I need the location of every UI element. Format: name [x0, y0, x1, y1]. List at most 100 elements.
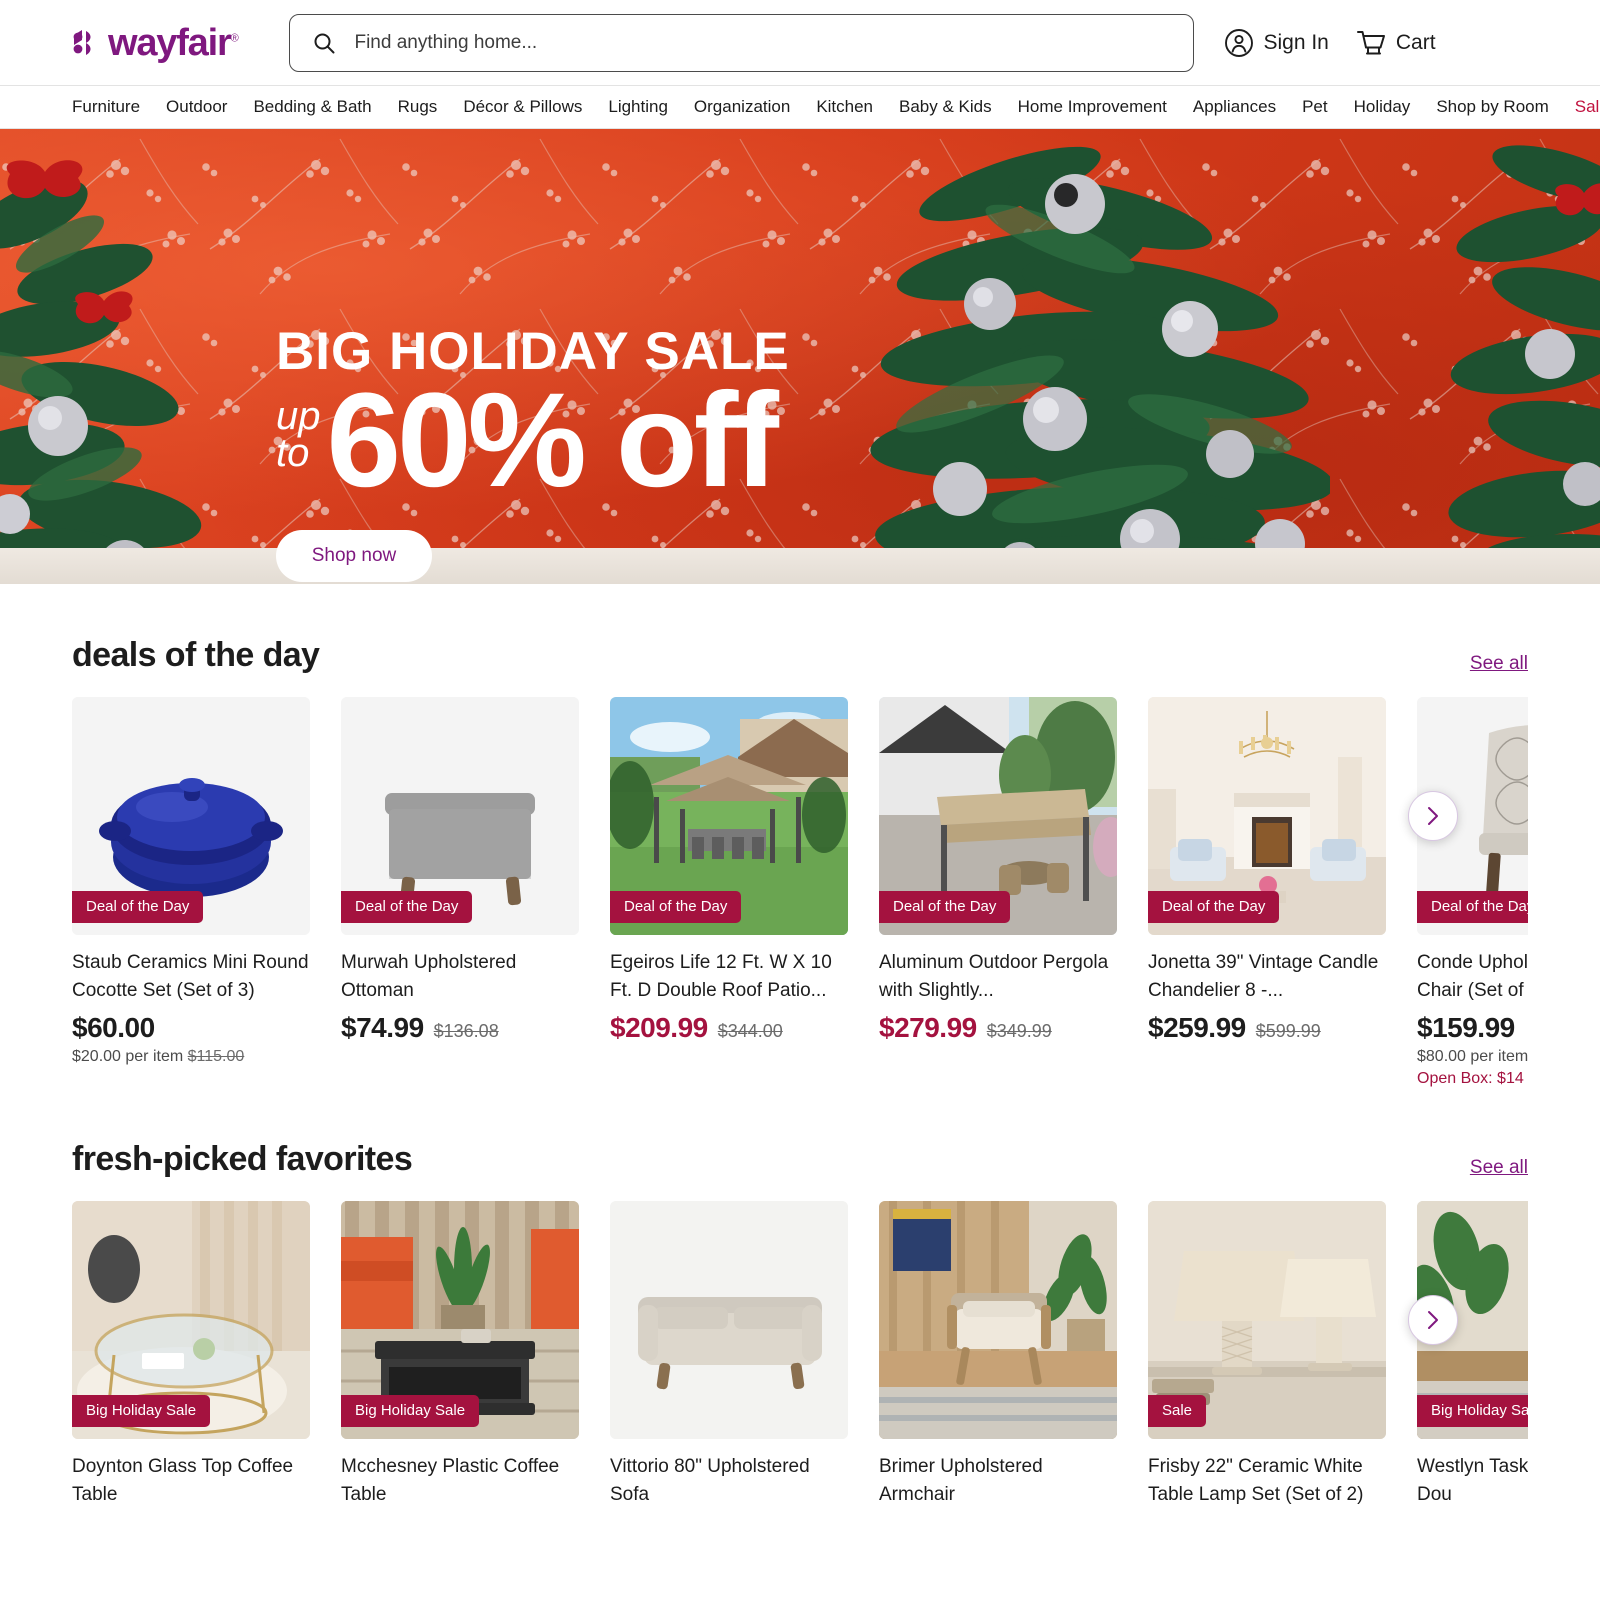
product-price-row: $60.00	[72, 1012, 310, 1044]
product-card[interactable]: Vittorio 80" Upholstered Sofa	[610, 1201, 848, 1508]
product-image[interactable]: Deal of the Day	[1148, 697, 1386, 935]
product-card[interactable]: Deal of the Day Jonetta 39" Vintage Cand…	[1148, 697, 1386, 1088]
product-card[interactable]: Deal of the Day Staub Ceramics Mini Roun…	[72, 697, 310, 1088]
product-badge: Deal of the Day	[1148, 891, 1280, 923]
nav-item-outdoor[interactable]: Outdoor	[166, 97, 227, 117]
nav-item-holiday[interactable]: Holiday	[1354, 97, 1411, 117]
sign-in-button[interactable]: Sign In	[1224, 28, 1329, 58]
product-card[interactable]: Deal of the Day Egeiros Life 12 Ft. W X …	[610, 697, 848, 1088]
product-strike-price: $349.99	[986, 1021, 1052, 1042]
nav-item-baby-kids[interactable]: Baby & Kids	[899, 97, 992, 117]
product-title: Frisby 22" Ceramic White Table Lamp Set …	[1148, 1456, 1364, 1505]
product-price-row: $209.99 $344.00	[610, 1012, 848, 1044]
product-image[interactable]: Big Holiday Sale	[72, 1201, 310, 1440]
deals-section-header: deals of the day See all	[72, 584, 1528, 697]
product-image[interactable]: Sale	[1148, 1201, 1386, 1440]
product-strike-price: $136.08	[433, 1021, 499, 1042]
product-title: Vittorio 80" Upholstered Sofa	[610, 1456, 810, 1505]
product-image[interactable]: Deal of the Day	[72, 697, 310, 935]
hero-discount-row: up to 60% off	[276, 374, 790, 508]
armchair-image	[879, 1201, 1117, 1440]
product-badge: Deal of the Day	[610, 891, 742, 923]
cart-label: Cart	[1395, 30, 1436, 54]
nav-item-pet[interactable]: Pet	[1302, 97, 1328, 117]
hero-up-word: up	[276, 394, 321, 439]
product-card[interactable]: Big Holiday Sale Westlyn Task C Velvet a…	[1417, 1201, 1528, 1508]
product-badge: Deal of the Day	[879, 891, 1011, 923]
product-price: $209.99	[610, 1012, 708, 1044]
wayfair-logo[interactable]: wayfair®	[72, 21, 239, 64]
right-garland-decoration	[1448, 145, 1600, 584]
product-title: Conde Upholstered Dining Chair (Set of 2…	[1417, 952, 1528, 1001]
product-image[interactable]: Deal of the Day	[610, 697, 848, 935]
shopping-cart-icon	[1356, 30, 1385, 54]
product-image[interactable]	[879, 1201, 1117, 1440]
deals-see-all-link[interactable]: See all	[1470, 653, 1528, 675]
product-badge: Big Holiday Sale	[341, 1395, 480, 1428]
product-subprice-strike: $115.00	[187, 1048, 245, 1066]
product-title: Doynton Glass Top Coffee Table	[72, 1456, 294, 1505]
product-price-row: $279.99 $349.99	[879, 1012, 1117, 1044]
cart-button[interactable]: Cart	[1355, 28, 1436, 58]
product-title: Murwah Upholstered Ottoman	[341, 952, 517, 1001]
nav-item-sale[interactable]: Sale	[1575, 97, 1600, 117]
product-title: Staub Ceramics Mini Round Cocotte Set (S…	[72, 952, 309, 1001]
product-image[interactable]	[610, 1201, 848, 1440]
favorites-carousel-next-button[interactable]	[1408, 1295, 1458, 1346]
product-title: Egeiros Life 12 Ft. W X 10 Ft. D Double …	[610, 952, 832, 1001]
product-image[interactable]: Deal of the Day	[879, 697, 1117, 935]
search-bar[interactable]	[289, 13, 1195, 72]
product-card[interactable]: Deal of the Day Conde Upholstered Dining…	[1417, 697, 1528, 1088]
product-card[interactable]: Big Holiday Sale Mcchesney Plastic Coffe…	[341, 1201, 579, 1508]
hero-upto-text: up to	[276, 394, 321, 484]
favorites-carousel: Big Holiday Sale Doynton Glass Top Coffe…	[72, 1201, 1528, 1508]
wayfair-logo-text: wayfair®	[108, 21, 239, 64]
product-badge: Deal of the Day	[341, 891, 473, 923]
product-title: Mcchesney Plastic Coffee Table	[341, 1456, 560, 1505]
nav-item-appliances[interactable]: Appliances	[1193, 97, 1276, 117]
nav-item-furniture[interactable]: Furniture	[72, 97, 140, 117]
product-image[interactable]: Deal of the Day	[341, 697, 579, 935]
nav-item-home-improvement[interactable]: Home Improvement	[1018, 97, 1167, 117]
product-card[interactable]: Deal of the Day Murwah Upholstered Ottom…	[341, 697, 579, 1088]
product-title: Aluminum Outdoor Pergola with Slightly..…	[879, 952, 1109, 1001]
product-card[interactable]: Sale Frisby 22" Ceramic White Table Lamp…	[1148, 1201, 1386, 1508]
nav-item-organization[interactable]: Organization	[694, 97, 790, 117]
shop-now-button[interactable]: Shop now	[276, 529, 432, 582]
site-header: wayfair® Sign In Cart	[0, 0, 1600, 85]
product-price-row: $159.99	[1417, 1012, 1528, 1044]
product-price: $74.99	[341, 1012, 424, 1044]
wayfair-logo-mark	[73, 29, 91, 55]
search-input[interactable]	[354, 31, 1172, 54]
deals-section-title: deals of the day	[72, 636, 320, 674]
product-price-row: $259.99 $599.99	[1148, 1012, 1386, 1044]
product-price: $159.99	[1417, 1012, 1515, 1044]
product-price-row: $74.99 $136.08	[341, 1012, 579, 1044]
product-price: $60.00	[72, 1012, 155, 1044]
product-image[interactable]: Big Holiday Sale	[341, 1201, 579, 1440]
product-strike-price: $344.00	[717, 1021, 783, 1042]
product-card[interactable]: Brimer Upholstered Armchair	[879, 1201, 1117, 1508]
product-title: Westlyn Task C Velvet and Dou	[1417, 1456, 1528, 1505]
product-title: Jonetta 39" Vintage Candle Chandelier 8 …	[1148, 952, 1379, 1001]
favorites-see-all-link[interactable]: See all	[1470, 1157, 1528, 1179]
nav-item-bedding-bath[interactable]: Bedding & Bath	[253, 97, 371, 117]
nav-item-decor-pillows[interactable]: Décor & Pillows	[463, 97, 582, 117]
product-open-box-price: Open Box: $14	[1417, 1070, 1524, 1088]
nav-item-kitchen[interactable]: Kitchen	[816, 97, 873, 117]
deals-of-the-day-section: deals of the day See all Deal of the Day…	[0, 584, 1600, 1088]
favorites-section-title: fresh-picked favorites	[72, 1140, 413, 1179]
category-nav: Furniture Outdoor Bedding & Bath Rugs Dé…	[0, 85, 1600, 129]
hero-banner[interactable]: BIG HOLIDAY SALE up to 60% off Shop now	[0, 129, 1600, 584]
deals-carousel: Deal of the Day Staub Ceramics Mini Roun…	[72, 697, 1528, 1088]
nav-item-shop-by-room[interactable]: Shop by Room	[1436, 97, 1548, 117]
deals-carousel-next-button[interactable]	[1408, 791, 1458, 841]
product-price: $259.99	[1148, 1012, 1246, 1044]
product-card[interactable]: Big Holiday Sale Doynton Glass Top Coffe…	[72, 1201, 310, 1508]
left-garland-decoration	[0, 160, 202, 584]
product-badge: Big Holiday Sale	[1417, 1395, 1528, 1428]
nav-item-lighting[interactable]: Lighting	[608, 97, 668, 117]
header-actions: Sign In Cart	[1224, 28, 1436, 58]
product-card[interactable]: Deal of the Day Aluminum Outdoor Pergola…	[879, 697, 1117, 1088]
nav-item-rugs[interactable]: Rugs	[398, 97, 438, 117]
